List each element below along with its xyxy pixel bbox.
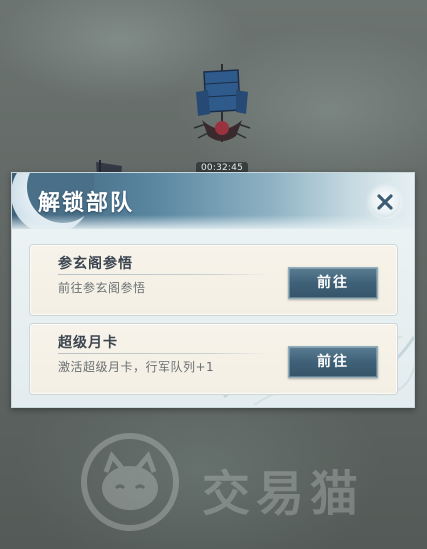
- go-button[interactable]: 前往: [288, 346, 378, 378]
- close-icon: [377, 194, 393, 210]
- go-button[interactable]: 前往: [288, 267, 378, 299]
- watermark: 交易猫: [80, 432, 400, 532]
- watermark-text: 交易猫: [202, 466, 365, 522]
- unlock-option-card: 超级月卡 激活超级月卡，行军队列+1 前往: [29, 323, 398, 395]
- ship-icon[interactable]: [190, 62, 254, 154]
- card-divider: [58, 274, 271, 275]
- dialog-header: 解锁部队: [12, 173, 414, 229]
- unlock-option-card: 参玄阁参悟 前往参玄阁参悟 前往: [29, 244, 398, 316]
- card-description: 前往参玄阁参悟: [58, 281, 146, 295]
- card-description: 激活超级月卡，行军队列+1: [58, 360, 215, 374]
- card-title: 超级月卡: [58, 335, 118, 351]
- unlock-troops-dialog: 解锁部队 参玄阁参悟 前往参玄阁参悟 前往 超级月卡 激活超级月卡，行军队列+1…: [11, 172, 415, 408]
- card-title: 参玄阁参悟: [58, 256, 133, 272]
- card-divider: [58, 353, 271, 354]
- dialog-title: 解锁部队: [38, 191, 135, 216]
- cat-logo-icon: [81, 433, 179, 531]
- close-button[interactable]: [370, 187, 400, 217]
